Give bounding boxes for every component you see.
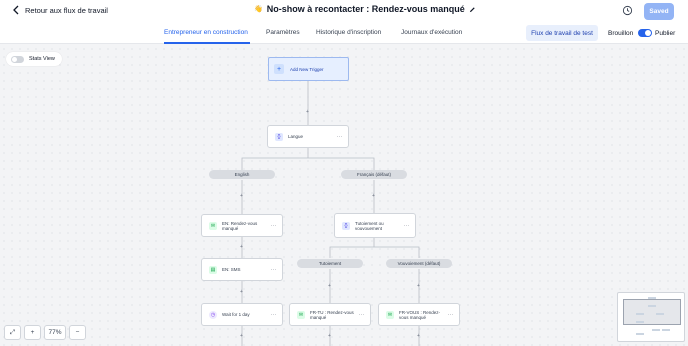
- add-step-plus-icon[interactable]: +: [417, 283, 420, 289]
- add-step-plus-icon[interactable]: +: [328, 283, 331, 289]
- email-icon: ✉: [386, 310, 394, 319]
- node-label: EN: Rendez-vous manqué: [222, 220, 258, 231]
- add-step-plus-icon[interactable]: +: [240, 333, 243, 339]
- more-options-icon[interactable]: ···: [359, 312, 366, 318]
- branch-vouvoiement[interactable]: Vouvoiement (défaut): [386, 259, 452, 268]
- more-options-icon[interactable]: ···: [271, 223, 278, 229]
- node-label: FR-TU : Rendez-vous manqué: [310, 309, 354, 320]
- branch-english[interactable]: English: [209, 170, 275, 179]
- more-options-icon[interactable]: ···: [337, 134, 344, 140]
- add-step-plus-icon[interactable]: +: [240, 289, 243, 295]
- sms-node-en[interactable]: ▤ EN: SMS ···: [201, 258, 283, 281]
- email-node-fr-tu[interactable]: ✉ FR-TU : Rendez-vous manqué ···: [289, 303, 371, 326]
- add-step-plus-icon[interactable]: +: [306, 109, 309, 115]
- node-label: EN: SMS: [222, 267, 241, 272]
- more-options-icon[interactable]: ···: [271, 267, 278, 273]
- minimap-node: [662, 329, 670, 331]
- zoom-controls: ⤢ + 77% −: [4, 325, 86, 340]
- minimap[interactable]: [617, 292, 685, 342]
- branch-francais[interactable]: Français (défaut): [341, 170, 407, 179]
- zoom-level: 77%: [44, 325, 66, 340]
- minimap-node: [648, 297, 656, 299]
- minimap-node: [636, 333, 644, 335]
- node-label: Langue: [288, 134, 304, 139]
- sms-icon: ▤: [209, 265, 217, 274]
- wait-node[interactable]: ◷ Wait for 1 day ···: [201, 303, 283, 326]
- branch-tutoiement[interactable]: Tutoiement: [297, 259, 363, 268]
- minimap-node: [636, 321, 644, 323]
- minimap-viewport[interactable]: [623, 299, 681, 325]
- add-step-plus-icon[interactable]: +: [240, 193, 243, 199]
- email-node-en[interactable]: ✉ EN: Rendez-vous manqué ···: [201, 214, 283, 237]
- more-options-icon[interactable]: ···: [404, 223, 411, 229]
- node-label: Tutoiement ou vouvouement: [355, 220, 384, 231]
- braces-icon: {}: [342, 221, 350, 230]
- email-node-fr-vous[interactable]: ✉ FR-VOUS : Rendez-vous manqué ···: [378, 303, 460, 326]
- email-icon: ✉: [297, 310, 305, 319]
- more-options-icon[interactable]: ···: [271, 312, 278, 318]
- add-step-plus-icon[interactable]: +: [372, 193, 375, 199]
- condition-node-langue[interactable]: {} Langue ···: [267, 125, 349, 148]
- zoom-out-button[interactable]: −: [69, 325, 86, 340]
- minimap-node: [648, 305, 656, 307]
- condition-node-tutoiement[interactable]: {} Tutoiement ou vouvouement ···: [334, 213, 416, 238]
- plus-icon: +: [274, 64, 284, 74]
- more-options-icon[interactable]: ···: [448, 312, 455, 318]
- minimap-node: [652, 329, 660, 331]
- email-icon: ✉: [209, 221, 217, 230]
- node-label: FR-VOUS : Rendez-vous manqué: [399, 309, 441, 320]
- add-step-plus-icon[interactable]: +: [417, 333, 420, 339]
- add-step-plus-icon[interactable]: +: [240, 244, 243, 250]
- fit-view-icon[interactable]: ⤢: [4, 325, 21, 340]
- node-label: Wait for 1 day: [222, 312, 250, 317]
- trigger-label: Add New Trigger: [290, 66, 324, 72]
- zoom-in-button[interactable]: +: [24, 325, 41, 340]
- clock-icon: ◷: [209, 310, 217, 319]
- add-trigger-node[interactable]: + Add New Trigger: [268, 57, 349, 81]
- add-step-plus-icon[interactable]: +: [328, 333, 331, 339]
- braces-icon: {}: [275, 132, 283, 141]
- minimap-node: [636, 313, 644, 315]
- minimap-node: [656, 313, 664, 315]
